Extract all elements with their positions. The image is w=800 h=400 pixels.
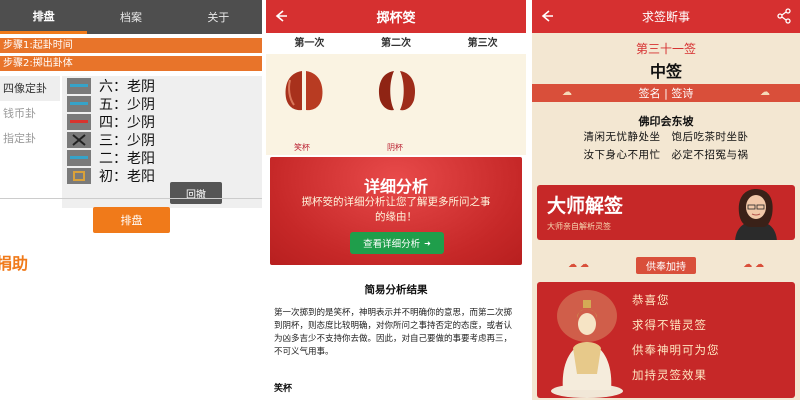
yao-label: 三：少阴: [99, 133, 155, 149]
undo-button[interactable]: 回撤: [170, 182, 222, 204]
master-interpret-banner[interactable]: 大师解签 大师亲自解析灵签: [537, 185, 795, 240]
header-bar: 掷杯筊: [266, 0, 526, 33]
method-four-images[interactable]: 四像定卦: [0, 76, 60, 101]
yao-label: 六：老阴: [99, 79, 155, 95]
cloud-ornament-icon: ☁ ☁: [743, 260, 764, 270]
simple-result-subheading: 笑杯: [274, 384, 293, 394]
yao-label: 四：少阴: [99, 115, 155, 131]
master-title: 大师解签: [547, 195, 624, 217]
method-sidebar: 四像定卦 钱币卦 指定卦: [0, 76, 60, 151]
yao-label: 初：老阳: [99, 169, 155, 185]
guanyin-statue-image: [551, 290, 623, 398]
offer-line-3: 供奉神明可为您: [632, 343, 720, 357]
cross-icon[interactable]: [67, 132, 91, 148]
offer-line-2: 求得不错灵签: [632, 318, 707, 332]
sign-number: 第三十一签: [635, 42, 696, 56]
sign-level: 中签: [649, 62, 682, 81]
yao-row-5[interactable]: 五：少阴: [67, 94, 155, 114]
yao-label: 二：老阳: [99, 151, 155, 167]
master-avatar: [735, 189, 777, 240]
method-specified[interactable]: 指定卦: [0, 126, 60, 151]
jiaobei-panel: 掷杯筊 第一次 第二次 第三次 笑杯 阴杯 详细分析 掷杯筊的详细分析让您了解更…: [266, 0, 526, 400]
header-bar: 求签断事: [532, 0, 800, 33]
tab-archive[interactable]: 档案: [87, 0, 174, 34]
poem-section-bar: ☁ 签名 | 签诗 ☁: [532, 84, 800, 102]
yao-label: 五：少阴: [99, 97, 155, 113]
square-icon[interactable]: [67, 168, 91, 184]
offering-section-bar: ☁ ☁ 供奉加持 ☁ ☁: [532, 257, 800, 274]
cups-area: 笑杯 阴杯: [266, 54, 526, 155]
arrow-circle-icon: ➜: [424, 238, 431, 248]
method-coins[interactable]: 钱币卦: [0, 101, 60, 126]
promo-title: 详细分析: [363, 177, 428, 196]
page-title: 求签断事: [641, 10, 690, 24]
yao-row-2[interactable]: 二：老阳: [67, 148, 155, 168]
cloud-ornament-icon: ☁: [760, 87, 770, 98]
yao-row-1[interactable]: 初：老阳: [67, 166, 155, 186]
page-title: 掷杯筊: [376, 11, 416, 26]
method-area: 四像定卦 钱币卦 指定卦 六：老阴 五：少阴 四：少阴 三：少阴 二：老阳 初：…: [0, 76, 262, 208]
promo-desc: 掷杯筊的详细分析让您了解更多所问之事的缘由！: [301, 196, 491, 223]
yao-row-6[interactable]: 六：老阴: [67, 76, 155, 96]
donate-link[interactable]: 捐助: [0, 250, 28, 274]
step-throw[interactable]: 步骤2:掷出卦体: [0, 56, 262, 71]
broken-line-icon[interactable]: [67, 114, 91, 130]
tab-first[interactable]: 第一次: [266, 33, 353, 54]
view-detail-button[interactable]: 查看详细分析 ➜: [350, 232, 444, 254]
fortune-panel: 求签断事 第三十一签 中签 ☁ 签名 | 签诗 ☁ 佛印会东坡 清闲无忧静处坐 …: [532, 0, 800, 400]
detail-analysis-banner[interactable]: 详细分析 掷杯筊的详细分析让您了解更多所问之事的缘由！ 查看详细分析 ➜: [270, 157, 522, 265]
poem-title: 佛印会东坡: [638, 115, 694, 128]
back-arrow-icon[interactable]: [271, 7, 289, 25]
yao-row-3[interactable]: 三：少阴: [67, 130, 155, 150]
yao-pane: 六：老阴 五：少阴 四：少阴 三：少阴 二：老阳 初：老阳 回撤: [62, 76, 262, 208]
divider: [0, 198, 262, 199]
offer-line-4: 加持灵签效果: [632, 368, 707, 382]
view-detail-label: 查看详细分析: [363, 239, 421, 250]
top-tab-bar: 排盘 档案 关于: [0, 0, 262, 34]
share-icon[interactable]: [776, 8, 792, 24]
cup-label-smile: 笑杯: [294, 143, 310, 152]
poem-bar-label: 签名 | 签诗: [638, 87, 694, 100]
line-icon[interactable]: [67, 96, 91, 112]
tab-second[interactable]: 第二次: [353, 33, 440, 54]
offering-bar-label: 供奉加持: [636, 257, 696, 274]
simple-result-text: 第一次掷到的是笑杯，神明表示并不明确你的意思，而第二次掷到阴杯，则态度比较明确，…: [274, 308, 513, 357]
throw-tabs: 第一次 第二次 第三次: [266, 33, 526, 54]
offering-banner[interactable]: 恭喜您 求得不错灵签 供奉神明可为您 加持灵签效果: [537, 282, 795, 398]
poem-line-2: 汝下身心不用忙 必定不招冤与祸: [583, 149, 749, 161]
tab-third[interactable]: 第三次: [439, 33, 526, 54]
jiaobei-cup-icon: [378, 71, 416, 111]
cup-label-yin: 阴杯: [387, 143, 403, 152]
poem-line-1: 清闲无忧静处坐 饱后吃茶时坐卧: [583, 131, 749, 143]
simple-result-title: 简易分析结果: [364, 284, 428, 296]
line-icon[interactable]: [67, 78, 91, 94]
jiaobei-cup-icon: [285, 71, 323, 111]
back-arrow-icon[interactable]: [537, 7, 555, 25]
divination-panel: 排盘 档案 关于 步骤1:起卦时间 步骤2:掷出卦体 四像定卦 钱币卦 指定卦 …: [0, 0, 262, 400]
master-subtitle: 大师亲自解析灵签: [547, 222, 611, 231]
line-icon[interactable]: [67, 150, 91, 166]
tab-about[interactable]: 关于: [175, 0, 262, 34]
cloud-ornament-icon: ☁ ☁: [568, 260, 589, 270]
cloud-ornament-icon: ☁: [562, 87, 572, 98]
step-time[interactable]: 步骤1:起卦时间: [0, 38, 262, 53]
offer-line-1: 恭喜您: [632, 293, 670, 307]
tab-paipan[interactable]: 排盘: [0, 0, 88, 34]
yao-row-4[interactable]: 四：少阴: [67, 112, 155, 132]
paipan-button[interactable]: 排盘: [93, 207, 170, 233]
